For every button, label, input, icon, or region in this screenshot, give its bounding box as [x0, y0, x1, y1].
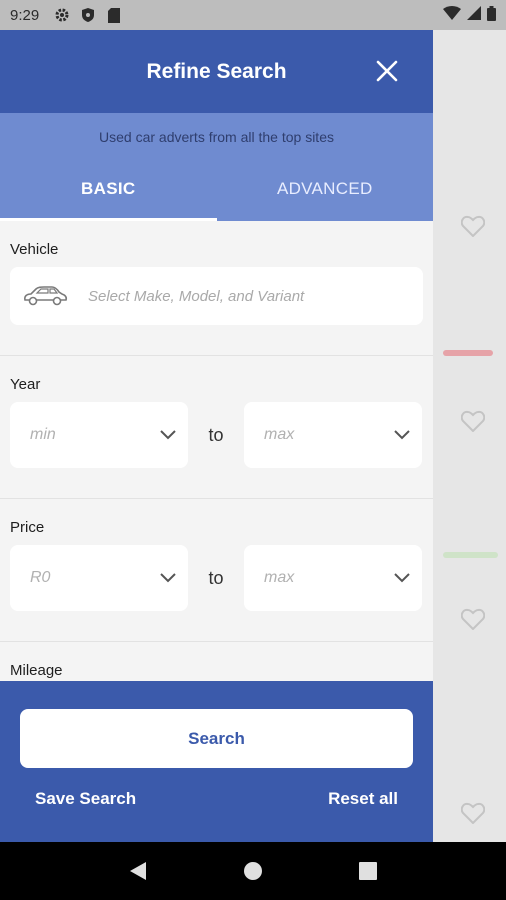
year-max-select[interactable]: max — [244, 402, 422, 468]
price-max-value: max — [264, 569, 295, 586]
drawer-subheader: Used car adverts from all the top sites … — [0, 113, 433, 221]
vehicle-placeholder: Select Make, Model, and Variant — [88, 287, 305, 305]
price-max-select[interactable]: max — [244, 545, 422, 611]
drawer-footer: Search Save Search Reset all — [0, 681, 433, 842]
heart-icon — [461, 410, 485, 432]
signal-icon — [467, 6, 481, 24]
price-min-select[interactable]: R0 — [10, 545, 188, 611]
price-range: R0 to max — [10, 545, 423, 611]
price-section: Price R0 to max — [0, 499, 433, 642]
chevron-down-icon — [394, 430, 410, 440]
search-button[interactable]: Search — [20, 709, 413, 768]
year-range: min to max — [10, 402, 423, 468]
price-label: Price — [10, 519, 45, 536]
price-to-label: to — [208, 567, 224, 588]
chevron-down-icon — [394, 573, 410, 583]
shield-icon — [79, 6, 97, 24]
year-to-label: to — [208, 424, 224, 445]
system-nav-bar — [0, 842, 506, 900]
vehicle-selector[interactable]: Select Make, Model, and Variant — [10, 267, 423, 325]
vehicle-label: Vehicle — [10, 241, 59, 258]
wifi-icon — [443, 6, 461, 24]
vehicle-section: Vehicle Select Make, Model, and Variant — [0, 221, 433, 356]
year-label: Year — [10, 376, 41, 393]
gear-icon — [53, 6, 71, 24]
car-icon — [24, 286, 68, 306]
mileage-section: Mileage — [0, 642, 433, 679]
drawer-header: Refine Search — [0, 30, 433, 113]
background-line — [443, 552, 498, 558]
year-min-select[interactable]: min — [10, 402, 188, 468]
status-time: 9:29 — [10, 6, 40, 24]
recents-icon[interactable] — [356, 859, 380, 883]
back-icon[interactable] — [126, 859, 150, 883]
reset-all-button[interactable]: Reset all — [328, 789, 398, 809]
year-section: Year min to max — [0, 356, 433, 499]
refine-search-drawer: Refine Search Used car adverts from all … — [0, 30, 433, 842]
year-min-value: min — [30, 426, 56, 443]
home-icon[interactable] — [241, 859, 265, 883]
mileage-label: Mileage — [10, 662, 63, 679]
heart-icon — [461, 802, 485, 824]
background-line — [443, 350, 493, 356]
tab-basic[interactable]: BASIC — [0, 157, 217, 221]
chevron-down-icon — [160, 430, 176, 440]
sd-card-icon — [105, 6, 123, 24]
background-results-list — [433, 30, 506, 842]
price-min-value: R0 — [30, 569, 51, 586]
search-tabs: BASIC ADVANCED — [0, 157, 433, 221]
heart-icon — [461, 608, 485, 630]
save-search-button[interactable]: Save Search — [35, 789, 136, 809]
tab-advanced[interactable]: ADVANCED — [217, 157, 434, 221]
chevron-down-icon — [160, 573, 176, 583]
year-max-value: max — [264, 426, 295, 443]
battery-icon — [487, 5, 496, 25]
status-bar: 9:29 — [0, 0, 506, 30]
drawer-title: Refine Search — [146, 59, 287, 83]
tagline: Used car adverts from all the top sites — [99, 129, 334, 145]
close-icon[interactable] — [375, 59, 399, 83]
heart-icon — [461, 215, 485, 237]
